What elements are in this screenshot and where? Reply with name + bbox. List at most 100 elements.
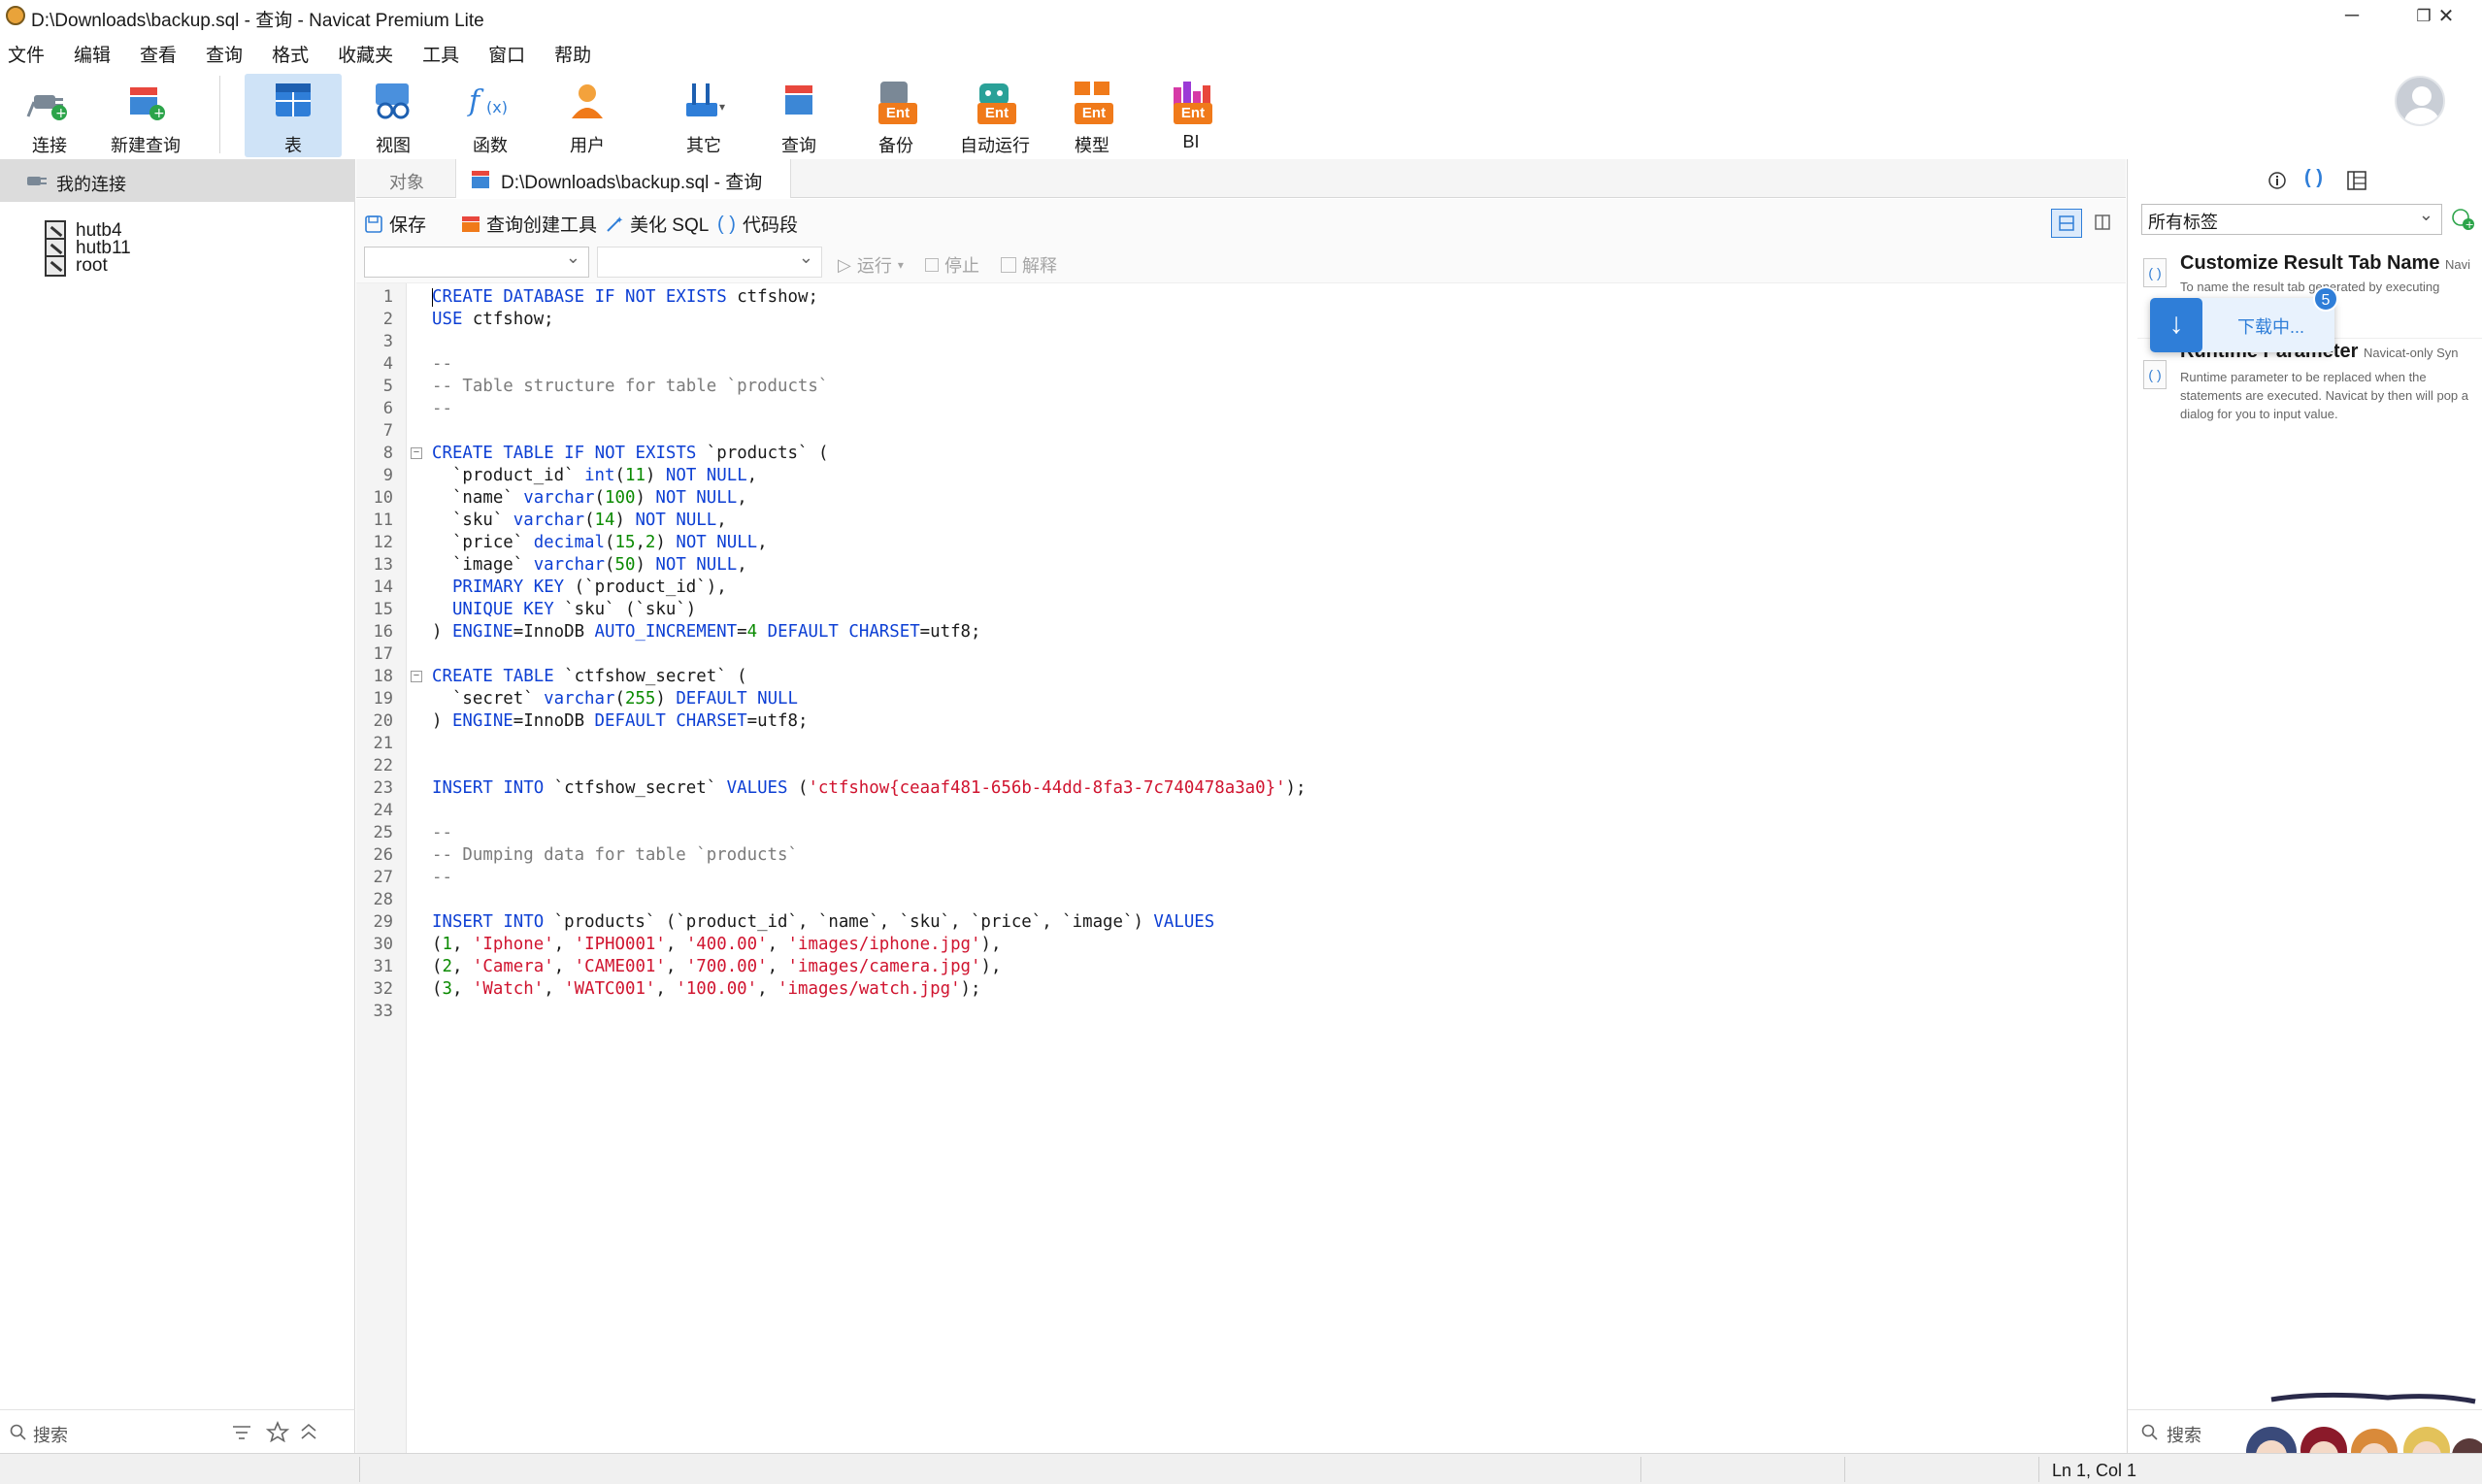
line-number: 16 (373, 622, 393, 642)
query-toolbar: 保存 查询创建工具 ✦ 美化 SQL ( ) 代码段 (356, 199, 2126, 246)
new-query-icon: + (122, 78, 169, 124)
code-line[interactable]: `name` varchar(100) NOT NULL, (432, 487, 747, 510)
fold-toggle-icon[interactable]: − (411, 671, 422, 682)
minimize-button[interactable]: ─ (2316, 0, 2388, 32)
connection-item-root[interactable]: root (45, 252, 108, 280)
user-button[interactable]: 用户 (553, 74, 621, 157)
explain-button[interactable]: 解释 (1001, 252, 1057, 278)
status-divider (359, 1457, 360, 1482)
code-line[interactable]: `product_id` int(11) NOT NULL, (432, 465, 757, 487)
collapse-icon[interactable] (299, 1422, 318, 1441)
code-line[interactable]: -- Dumping data for table `products` (432, 844, 798, 867)
new-query-button[interactable]: + 新建查询 (105, 74, 186, 157)
split-vertical-toggle[interactable] (2088, 209, 2119, 238)
menu-tools[interactable]: 工具 (422, 35, 459, 66)
save-button[interactable]: 保存 (364, 211, 426, 237)
backup-label: 备份 (878, 136, 913, 155)
toolbar-separator (219, 76, 220, 153)
model-label: 模型 (1075, 136, 1109, 155)
menu-file[interactable]: 文件 (8, 35, 45, 66)
code-line[interactable]: UNIQUE KEY `sku` (`sku`) (432, 599, 696, 621)
code-snippet-button[interactable]: ( ) 代码段 (717, 211, 798, 237)
user-avatar[interactable] (2395, 76, 2445, 126)
code-line[interactable]: -- (432, 867, 452, 889)
menu-view[interactable]: 查看 (140, 35, 177, 66)
connect-button[interactable]: + 连接 (17, 74, 82, 157)
split-horizontal-toggle[interactable] (2051, 209, 2082, 238)
stop-button[interactable]: 停止 (925, 252, 979, 278)
code-line[interactable]: -- (432, 822, 452, 844)
braces-icon[interactable]: ( ) (2304, 167, 2323, 189)
menu-query[interactable]: 查询 (206, 35, 243, 66)
view-button[interactable]: 视图 (359, 74, 427, 157)
line-number: 6 (382, 399, 393, 418)
fold-toggle-icon[interactable]: − (411, 447, 422, 459)
my-connections-header[interactable]: 我的连接 (0, 159, 355, 202)
title-bar: D:\Downloads\backup.sql - 查询 - Navicat P… (0, 0, 2482, 32)
model-button[interactable]: Ent 模型 (1060, 74, 1124, 157)
menu-format[interactable]: 格式 (272, 35, 309, 66)
code-line[interactable]: CREATE TABLE `ctfshow_secret` ( (432, 666, 747, 688)
code-line[interactable]: `sku` varchar(14) NOT NULL, (432, 510, 727, 532)
download-progress-popup[interactable]: ↓ 下载中... 5 (2150, 286, 2338, 352)
close-button[interactable]: ✕ (2410, 0, 2482, 32)
code-line[interactable]: (1, 'Iphone', 'IPHO001', '400.00', 'imag… (432, 934, 1001, 956)
code-line[interactable]: `image` varchar(50) NOT NULL, (432, 554, 747, 577)
filter-icon[interactable] (231, 1424, 252, 1441)
view-icon (370, 78, 416, 124)
code-line[interactable]: -- (432, 398, 452, 420)
window-title: D:\Downloads\backup.sql - 查询 - Navicat P… (31, 11, 484, 31)
model-icon: Ent (1069, 78, 1115, 124)
connections-search[interactable]: 搜索 (0, 1409, 355, 1452)
database-select[interactable] (597, 247, 822, 278)
other-button[interactable]: ▾ 其它 (662, 74, 745, 157)
code-line[interactable]: USE ctfshow; (432, 309, 554, 331)
view-label: 视图 (376, 136, 411, 155)
stop-label: 停止 (944, 256, 979, 276)
code-line[interactable]: (2, 'Camera', 'CAME001', '700.00', 'imag… (432, 956, 1001, 978)
code-line[interactable]: -- Table structure for table `products` (432, 376, 828, 398)
plug-icon (27, 177, 47, 185)
query-builder-label: 查询创建工具 (486, 215, 598, 236)
sql-editor[interactable]: 1 2 3 4 5 6 7 8 9 10 11 12 13 14 15 16 17 18 19 20 21 22 23 24 2… (356, 283, 2126, 1453)
query-builder-button[interactable]: 查询创建工具 (461, 211, 597, 237)
query-button[interactable]: 查询 (767, 74, 831, 157)
run-button[interactable]: ▷ 运行 ▾ (838, 252, 904, 278)
star-icon[interactable] (266, 1421, 289, 1442)
table-label: 表 (284, 136, 302, 155)
connection-select[interactable] (364, 247, 589, 278)
code-line[interactable]: `price` decimal(15,2) NOT NULL, (432, 532, 768, 554)
backup-button[interactable]: Ent 备份 (864, 74, 928, 157)
menu-favorites[interactable]: 收藏夹 (338, 35, 393, 66)
tag-filter-select[interactable]: 所有标签 (2141, 204, 2442, 235)
code-line[interactable]: (3, 'Watch', 'WATC001', '100.00', 'image… (432, 978, 981, 1001)
code-line[interactable]: -- (432, 353, 452, 376)
navicat-app-icon (6, 6, 25, 25)
automation-icon: Ent (972, 78, 1018, 124)
code-line[interactable]: CREATE TABLE IF NOT EXISTS `products` ( (432, 443, 828, 465)
code-line[interactable]: CREATE DATABASE IF NOT EXISTS ctfshow; (432, 286, 818, 309)
bi-button[interactable]: Ent BI (1159, 74, 1223, 157)
function-button[interactable]: f (x) 函数 (456, 74, 524, 157)
code-line[interactable]: INSERT INTO `products` (`product_id`, `n… (432, 911, 1214, 934)
code-line[interactable]: ) ENGINE=InnoDB DEFAULT CHARSET=utf8; (432, 710, 808, 733)
menu-window[interactable]: 窗口 (488, 35, 525, 66)
menu-edit[interactable]: 编辑 (74, 35, 111, 66)
code-line[interactable]: ) ENGINE=InnoDB AUTO_INCREMENT=4 DEFAULT… (432, 621, 981, 643)
table-button[interactable]: 表 (245, 74, 342, 157)
code-line[interactable]: `secret` varchar(255) DEFAULT NULL (432, 688, 798, 710)
braces-icon: ( ) (717, 213, 736, 235)
tab-objects[interactable]: 对象 (356, 159, 453, 198)
columns-icon[interactable] (2347, 171, 2366, 190)
automation-button[interactable]: Ent 自动运行 (953, 74, 1037, 157)
info-icon[interactable] (2267, 171, 2287, 190)
panel-tab-icons: ( ) (2128, 159, 2482, 198)
menu-help[interactable]: 帮助 (554, 35, 591, 66)
tab-query[interactable]: D:\Downloads\backup.sql - 查询 (455, 159, 791, 198)
beautify-sql-button[interactable]: ✦ 美化 SQL (605, 211, 709, 237)
code-line[interactable]: INSERT INTO `ctfshow_secret` VALUES ('ct… (432, 777, 1307, 800)
add-snippet-icon[interactable]: + (2450, 206, 2475, 231)
line-number: 14 (373, 577, 393, 597)
explain-icon (1001, 257, 1016, 273)
code-line[interactable]: PRIMARY KEY (`product_id`), (432, 577, 727, 599)
